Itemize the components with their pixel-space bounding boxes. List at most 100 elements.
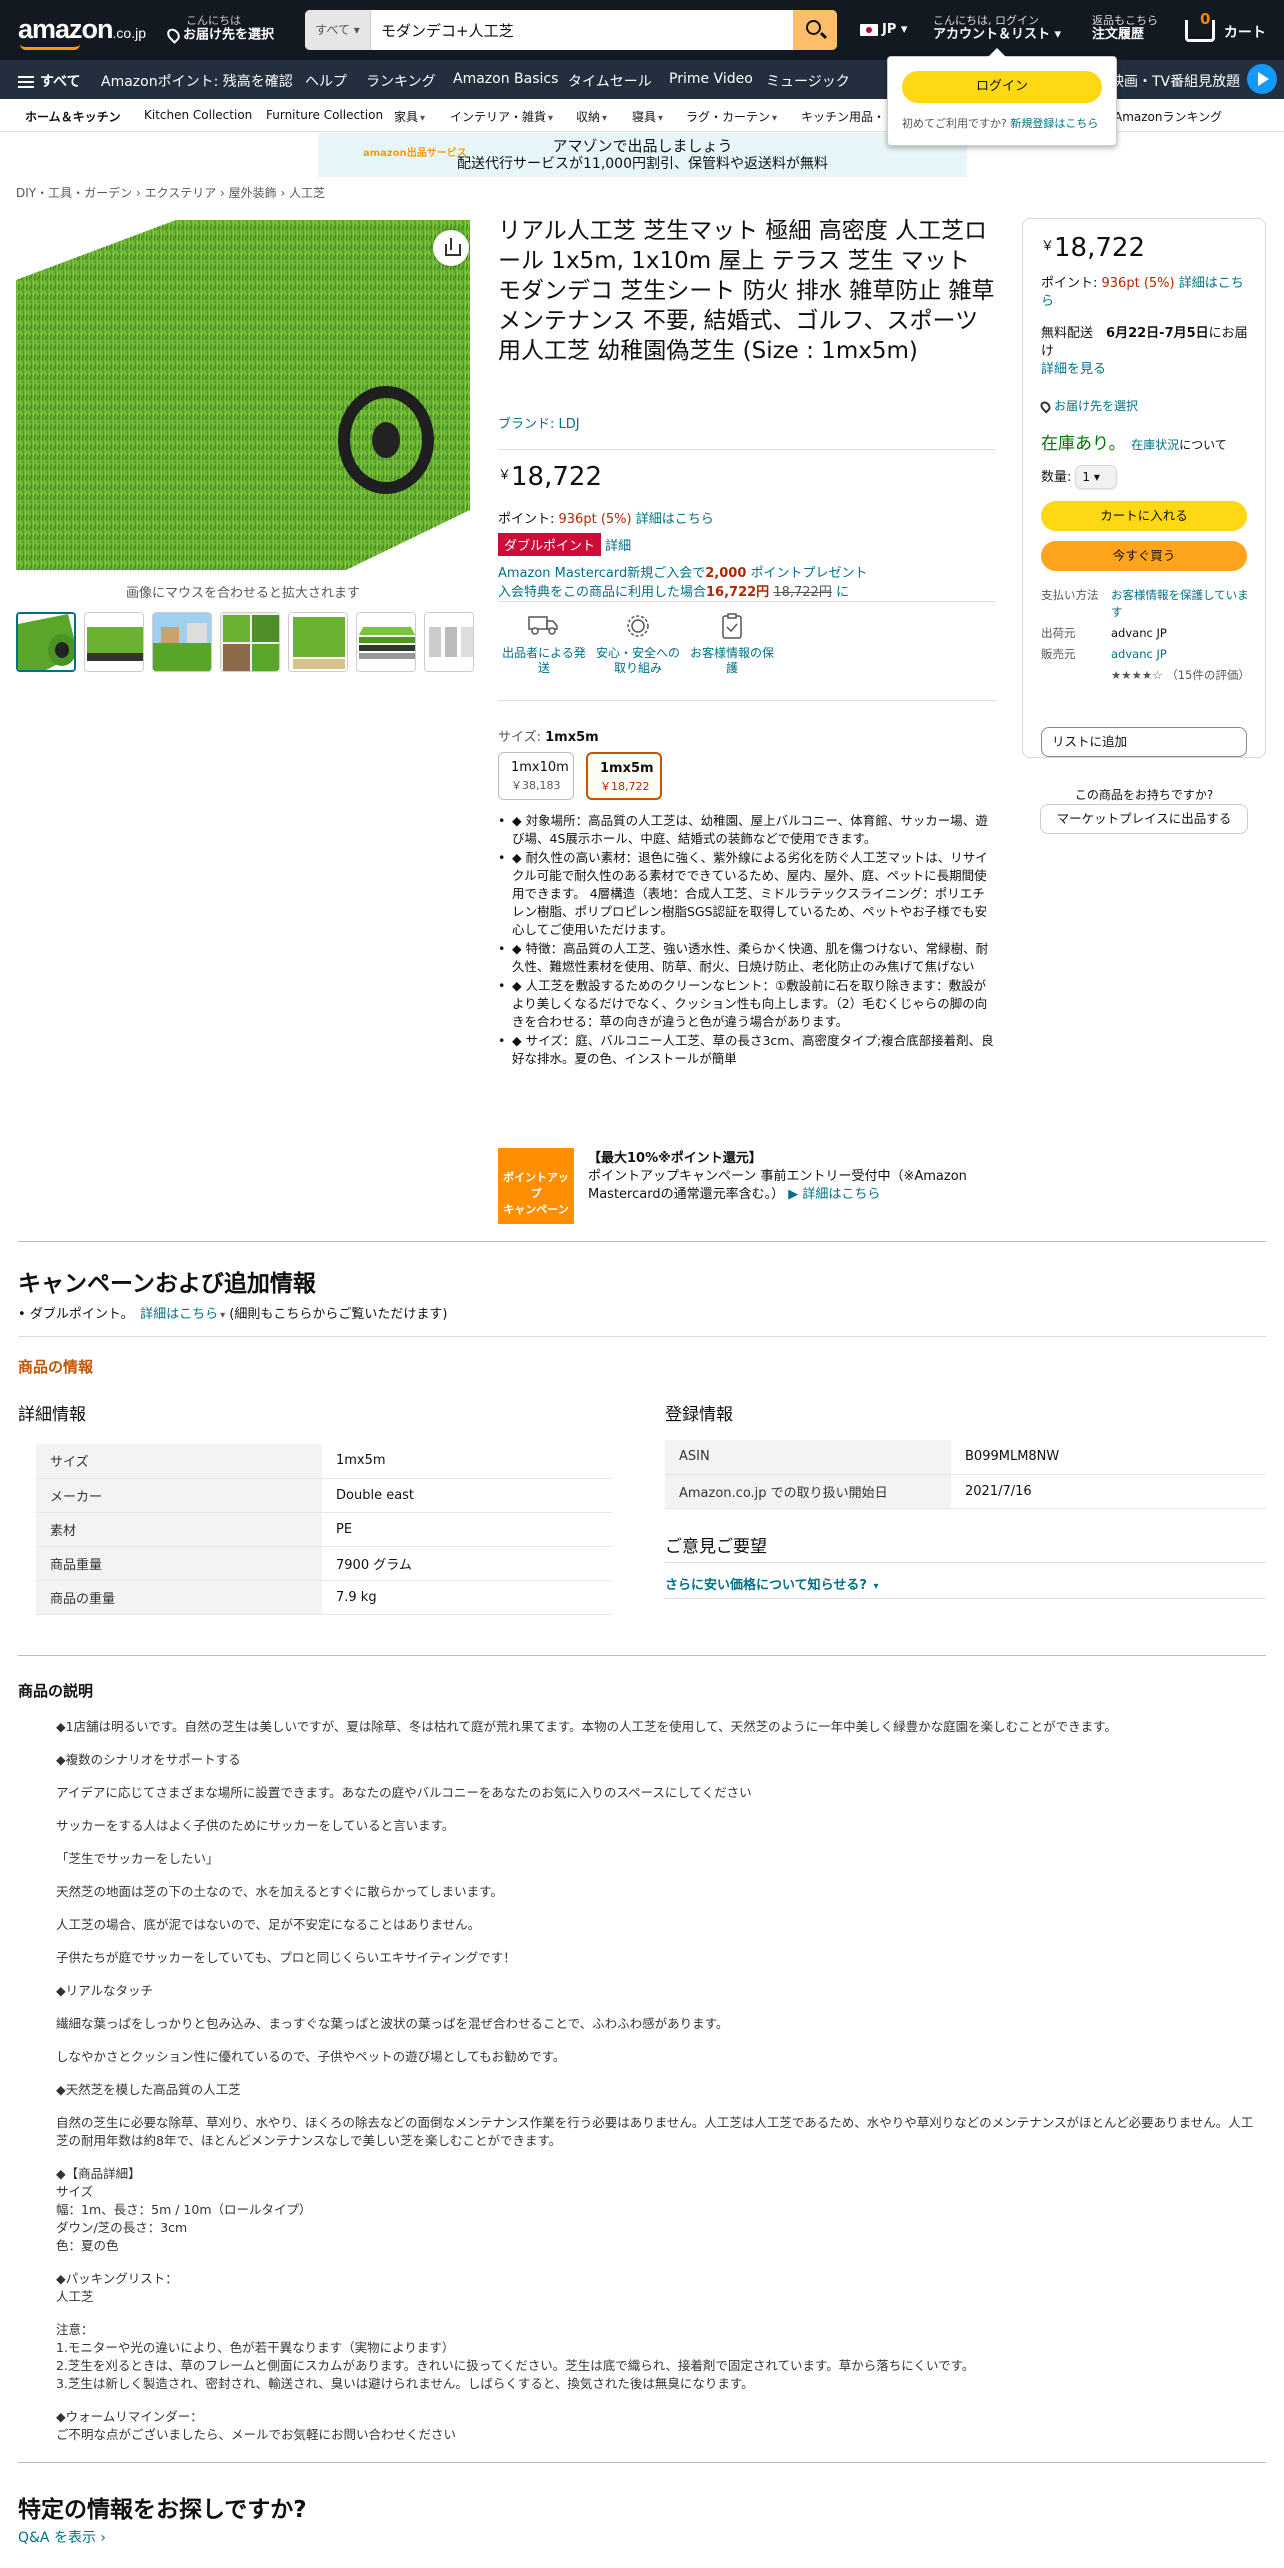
nav-item-help[interactable]: ヘルプ <box>305 71 347 91</box>
cart-button[interactable]: 0 カート <box>1185 10 1266 42</box>
breadcrumb-item[interactable]: エクステリア <box>145 186 217 200</box>
description-spacer <box>56 2393 1256 2408</box>
add-to-list-button[interactable]: リストに追加 <box>1041 727 1247 757</box>
clipboard-icon <box>722 613 742 639</box>
description-line: ◆リアルなタッチ <box>56 1983 153 1998</box>
nav-item-basics[interactable]: Amazon Basics <box>453 71 558 87</box>
nav-item-music[interactable]: ミュージック <box>766 71 850 91</box>
search-input[interactable] <box>377 10 757 50</box>
divider <box>498 601 996 602</box>
mastercard-offer[interactable]: Amazon Mastercard新規ご入会で2,000 ポイントプレゼント 入… <box>498 564 868 602</box>
subnav-item-rugs[interactable]: ラグ・カーテン ▾ <box>686 108 777 125</box>
seller-link[interactable]: advanc JP <box>1111 646 1251 663</box>
signin-button[interactable]: ログイン <box>902 71 1102 103</box>
campaign-badge[interactable]: ポイントアップ キャンペーン <box>498 1148 574 1224</box>
hamburger-icon <box>18 76 34 88</box>
feature-safety[interactable]: 安心・安全への取り組み <box>592 612 684 676</box>
play-icon[interactable] <box>1247 64 1277 94</box>
top-header: amazon.co.jp こんにちは お届け先を選択 すべて ▾ JP ▾ こん… <box>0 0 1284 60</box>
subnav-item-home-kitchen[interactable]: ホーム＆キッチン <box>25 108 121 125</box>
subnav-item-storage[interactable]: 収納 ▾ <box>576 108 607 125</box>
subnav-item-interior[interactable]: インテリア・雑貨 ▾ <box>450 108 553 125</box>
breadcrumb-item[interactable]: 人工芝 <box>289 186 325 200</box>
description-spacer <box>56 2000 1256 2015</box>
product-title: リアル人工芝 芝生マット 極細 高密度 人工芝ロール 1x5m, 1x10m 屋… <box>498 218 995 364</box>
buy-now-button[interactable]: 今すぐ買う <box>1041 541 1247 571</box>
returns-orders[interactable]: 返品もこちら 注文履歴 <box>1092 14 1158 42</box>
orders-line2: 注文履歴 <box>1092 27 1145 42</box>
deliver-line1: こんにちは <box>186 14 241 27</box>
seller-info: 支払い方法 お客様情報を保護しています 出荷元 advanc JP 販売元 advan… <box>1041 587 1251 688</box>
description-spacer <box>56 2099 1256 2114</box>
nav-all-menu[interactable]: すべて <box>18 71 80 91</box>
sell-on-marketplace-button[interactable]: マーケットプレイスに出品する <box>1040 804 1248 834</box>
subnav-item-furniture[interactable]: 家具 ▾ <box>394 108 425 125</box>
nav-item-points[interactable]: Amazonポイント: 残高を確認 <box>101 71 293 91</box>
breadcrumb-item[interactable]: DIY・工具・ガーデン <box>16 186 132 200</box>
product-price: ￥18,722 <box>498 462 602 492</box>
table-row: 商品重量 7900 グラム <box>36 1546 612 1581</box>
feature-fulfilled-by-seller[interactable]: 出品者による発送 <box>498 612 590 676</box>
campaign-item-link[interactable]: 詳細はこちら <box>140 1307 218 1322</box>
share-icon[interactable] <box>433 230 469 266</box>
quantity: 数量: 1 ▾ <box>1041 465 1118 489</box>
size-option-1mx10m[interactable]: 1mx10m ￥38,183 <box>498 752 574 800</box>
deliver-to[interactable]: こんにちは お届け先を選択 <box>164 14 274 44</box>
description-line: 天然芝の地面は芝の下の土なので、水を加えるとすぐに散らかってしまいます。 <box>56 1884 503 1899</box>
subnav-item-ranking[interactable]: Amazonランキング <box>1114 108 1222 125</box>
buybox-points: ポイント: 936pt (5%) 詳細はこちら <box>1041 276 1244 309</box>
payment-link[interactable]: お客様情報を保護しています <box>1111 587 1251 621</box>
seller-banner[interactable]: amazon出品サービス アマゾンで出品しましょう 配送代行サービスが11,00… <box>318 133 967 177</box>
campaign-detail-link[interactable]: ▶ 詳細はこちら <box>788 1187 880 1202</box>
qa-link[interactable]: Q&A を表示 › <box>18 2527 106 2547</box>
double-point-link[interactable]: 詳細 <box>605 539 631 554</box>
add-to-cart-button[interactable]: カートに入れる <box>1041 501 1247 531</box>
register-link[interactable]: 新規登録はこちら <box>1010 117 1098 130</box>
seller-rating-row: ★★★★☆ （15件の評価） <box>1111 668 1250 682</box>
size-option-1mx5m[interactable]: 1mx5m ￥18,722 <box>586 752 662 800</box>
point-up-campaign: ポイントアップ キャンペーン 【最大10%※ポイント還元】 ポイントアップキャンペ… <box>498 1148 996 1224</box>
thumbnail[interactable] <box>220 612 280 672</box>
quantity-select[interactable]: 1 ▾ <box>1075 465 1118 489</box>
stock-status: 在庫あり。 在庫状況について <box>1041 434 1227 454</box>
lower-price-link[interactable]: さらに安い価格について知らせる? ▾ <box>665 1574 878 1593</box>
language-selector[interactable]: JP ▾ <box>860 22 907 37</box>
thumbnail[interactable] <box>152 612 212 672</box>
delivery-detail-link[interactable]: 詳細を見る <box>1041 362 1106 377</box>
thumbnail[interactable] <box>424 612 474 672</box>
thumbnail[interactable] <box>16 612 76 672</box>
amazon-logo[interactable]: amazon.co.jp <box>18 14 146 45</box>
nav-item-timesale[interactable]: タイムセール <box>568 71 652 91</box>
search-category-select[interactable]: すべて ▾ <box>305 10 371 50</box>
subnav-item-bedding[interactable]: 寝具 ▾ <box>632 108 663 125</box>
payment-row: 支払い方法 お客様情報を保護しています <box>1041 587 1251 621</box>
subnav-item-furniture-collection[interactable]: Furniture Collection <box>266 108 383 122</box>
account-lists[interactable]: こんにちは, ログイン アカウント＆リスト ▾ <box>933 14 1061 42</box>
select-location-link[interactable]: お届け先を選択 <box>1038 397 1138 414</box>
description-line: ◆【商品詳細】 <box>56 2166 141 2181</box>
table-row: 商品の重量 7.9 kg <box>36 1580 612 1615</box>
description-spacer <box>56 2033 1256 2048</box>
table-row: メーカー Double east <box>36 1478 612 1513</box>
thumbnail[interactable] <box>356 612 416 672</box>
nav-item-ranking[interactable]: ランキング <box>366 71 436 91</box>
nav-item-prime-video-promo[interactable]: 映画・TV番組見放題 <box>1110 71 1240 91</box>
stock-info-link[interactable]: 在庫状況 <box>1131 438 1179 452</box>
description-spacer <box>56 2306 1256 2321</box>
description-line: 1.モニターや光の違いにより、色が若干異なります（実物によります） <box>56 2340 455 2355</box>
breadcrumb-item[interactable]: 屋外装飾 <box>229 186 277 200</box>
truck-icon <box>528 616 558 635</box>
search-button[interactable] <box>793 10 837 50</box>
feature-privacy[interactable]: お客様情報の保護 <box>686 612 778 676</box>
product-main-image[interactable] <box>16 220 470 570</box>
thumbnail[interactable] <box>84 612 144 672</box>
points-detail-link[interactable]: 詳細はこちら <box>636 512 714 527</box>
brand-link[interactable]: ブランド: LDJ <box>498 413 580 432</box>
subnav-item-kitchen-collection[interactable]: Kitchen Collection <box>144 108 252 122</box>
thumbnail[interactable] <box>288 612 348 672</box>
search-bar: すべて ▾ <box>305 10 837 50</box>
subnav-item-kitchenware[interactable]: キッチン用品・ <box>801 108 885 125</box>
description-line: 色：夏の色 <box>56 2238 119 2253</box>
divider <box>18 2462 1266 2463</box>
nav-item-prime-video[interactable]: Prime Video <box>669 71 753 87</box>
